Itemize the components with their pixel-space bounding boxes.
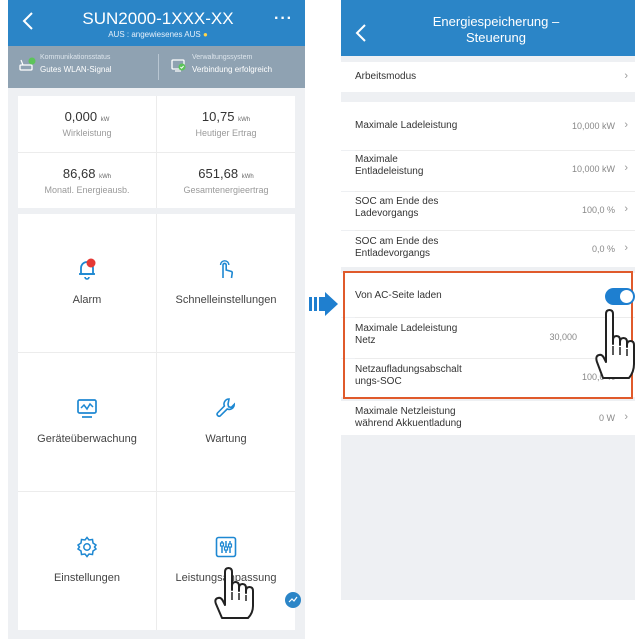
tap-hand-icon: [595, 309, 635, 379]
energy-storage-control-screen: Energiespeicherung – Steuerung Arbeitsmo…: [341, 0, 635, 600]
row-label: Maximale Entladeleistung: [355, 154, 423, 178]
more-menu-button[interactable]: ···: [274, 10, 293, 28]
chevron-right-icon: ›: [624, 242, 628, 254]
row-value: 0,0 %: [591, 244, 615, 254]
stat-value: 86,68: [62, 166, 96, 181]
stat-value: 10,75: [201, 109, 235, 124]
device-monitor-icon: [77, 399, 97, 418]
back-arrow-icon[interactable]: [351, 22, 373, 44]
stat-unit: kWh: [241, 174, 254, 180]
tile-maintenance[interactable]: Wartung: [157, 353, 295, 491]
row-value: 10,000 kW: [571, 121, 615, 131]
chevron-right-icon: ›: [624, 119, 628, 131]
back-arrow-icon[interactable]: [18, 10, 40, 32]
chevron-right-icon: ›: [624, 411, 628, 423]
management-system-icon: [171, 59, 186, 72]
setting-row-max-discharge-power[interactable]: Maximale Entladeleistung 10,000 kW ›: [341, 151, 635, 191]
top-bar: Energiespeicherung – Steuerung: [341, 0, 635, 56]
chevron-right-icon: ›: [624, 162, 628, 174]
settings-gear-icon: [76, 536, 98, 558]
alarm-bell-icon: [79, 258, 96, 280]
stat-monthly-energy: 86,68 kWh Monatl. Energieausb.: [18, 153, 156, 209]
plant-overview-screen: SUN2000-1XXX-XX AUS : angewiesenes AUS ●…: [8, 0, 305, 639]
stat-unit: kW: [100, 117, 110, 123]
row-value: 0 W: [598, 413, 615, 423]
row-label: Maximale Netzleistung während Akkuentlad…: [355, 406, 462, 430]
stat-unit: kWh: [238, 117, 251, 123]
page-title-line: Steuerung: [466, 30, 526, 45]
chevron-right-icon: ›: [624, 70, 628, 82]
row-label: Maximale Ladeleistung: [355, 120, 458, 131]
setting-row-end-of-charge-soc[interactable]: SOC am Ende des Ladevorgangs 100,0 % ›: [341, 192, 635, 230]
setting-row-max-charge-power[interactable]: Maximale Ladeleistung 10,000 kW ›: [341, 102, 635, 150]
stat-unit: kWh: [99, 174, 112, 180]
communication-status-value: Gutes WLAN-Signal: [40, 65, 112, 74]
row-value: 10,000 kW: [571, 164, 615, 174]
row-label-line: während Akkuentladung: [355, 418, 462, 429]
stat-caption: Wirkleistung: [62, 128, 112, 138]
step-arrow-icon: [309, 292, 338, 316]
tile-label: Schnelleinstellungen: [175, 294, 277, 306]
setting-row-end-of-discharge-soc[interactable]: SOC am Ende des Entladevorgangs 0,0 % ›: [341, 231, 635, 267]
stat-caption: Gesamtenergieertrag: [183, 185, 269, 195]
device-title: SUN2000-1XXX-XX: [82, 9, 234, 28]
page-title: Energiespeicherung – Steuerung: [391, 14, 601, 46]
row-value: 100,0 %: [581, 205, 615, 215]
tile-settings[interactable]: Einstellungen: [18, 492, 156, 630]
device-state: AUS : angewiesenes AUS ●: [68, 30, 248, 39]
tile-label: Einstellungen: [53, 572, 121, 584]
row-label: SOC am Ende des Ladevorgangs: [355, 196, 438, 220]
tap-hand-icon: [214, 567, 254, 619]
chevron-right-icon: ›: [624, 203, 628, 215]
row-label-line: Ladevorgangs: [355, 208, 419, 219]
stat-value: 651,68: [198, 166, 239, 181]
trend-chart-icon: [288, 596, 298, 603]
management-status-value: Verbindung erfolgreich: [192, 65, 273, 74]
row-label-line: Maximale: [355, 154, 398, 165]
working-mode-row[interactable]: Arbeitsmodus ›: [341, 62, 635, 92]
row-label-line: Entladeleistung: [355, 166, 424, 177]
tile-label: Wartung: [205, 433, 247, 445]
floating-chart-button[interactable]: [285, 592, 301, 608]
maintenance-wrench-icon: [216, 398, 236, 417]
tile-label: Geräteüberwachung: [37, 433, 137, 445]
management-status-label: Verwaltungssystem: [192, 54, 253, 61]
row-label: Arbeitsmodus: [355, 71, 417, 82]
row-label-line: Maximale Netzleistung: [355, 406, 456, 417]
row-label: SOC am Ende des Entladevorgangs: [355, 236, 438, 260]
row-label-line: SOC am Ende des: [355, 196, 439, 207]
setting-row-max-grid-power-discharge[interactable]: Maximale Netzleistung während Akkuentlad…: [341, 401, 635, 435]
stat-daily-yield: 10,75 kWh Heutiger Ertrag: [157, 96, 295, 152]
tile-quick-settings[interactable]: Schnelleinstellungen: [157, 214, 295, 352]
tile-alarm[interactable]: Alarm: [18, 214, 156, 352]
tile-device-monitoring[interactable]: Geräteüberwachung: [18, 353, 156, 491]
status-divider: [158, 54, 159, 80]
stat-active-power: 0,000 kW Wirkleistung: [18, 96, 156, 152]
energy-stats-card: 0,000 kW Wirkleistung 10,75 kWh Heutiger…: [18, 96, 295, 208]
connection-status-bar: Kommunikationsstatus Gutes WLAN-Signal V…: [8, 46, 305, 88]
row-label-line: SOC am Ende des: [355, 236, 439, 247]
device-state-text: AUS : angewiesenes AUS: [108, 30, 201, 39]
stat-value: 0,000: [64, 109, 98, 124]
stats-divider: [18, 152, 295, 153]
communication-status-label: Kommunikationsstatus: [40, 54, 111, 61]
stat-caption: Heutiger Ertrag: [195, 128, 257, 138]
router-online-icon: [19, 57, 36, 71]
stat-total-energy: 651,68 kWh Gesamtenergieertrag: [157, 153, 295, 209]
tile-label: Alarm: [72, 294, 102, 306]
stat-caption: Monatl. Energieausb.: [44, 185, 130, 195]
quick-settings-hand-icon: [219, 260, 234, 279]
state-dot-icon: ●: [202, 30, 208, 39]
top-bar: SUN2000-1XXX-XX AUS : angewiesenes AUS ●…: [8, 0, 305, 46]
row-label-line: Entladevorgangs: [355, 248, 431, 259]
page-title-line: Energiespeicherung –: [432, 14, 560, 29]
power-adjust-sliders-icon: [215, 536, 237, 558]
